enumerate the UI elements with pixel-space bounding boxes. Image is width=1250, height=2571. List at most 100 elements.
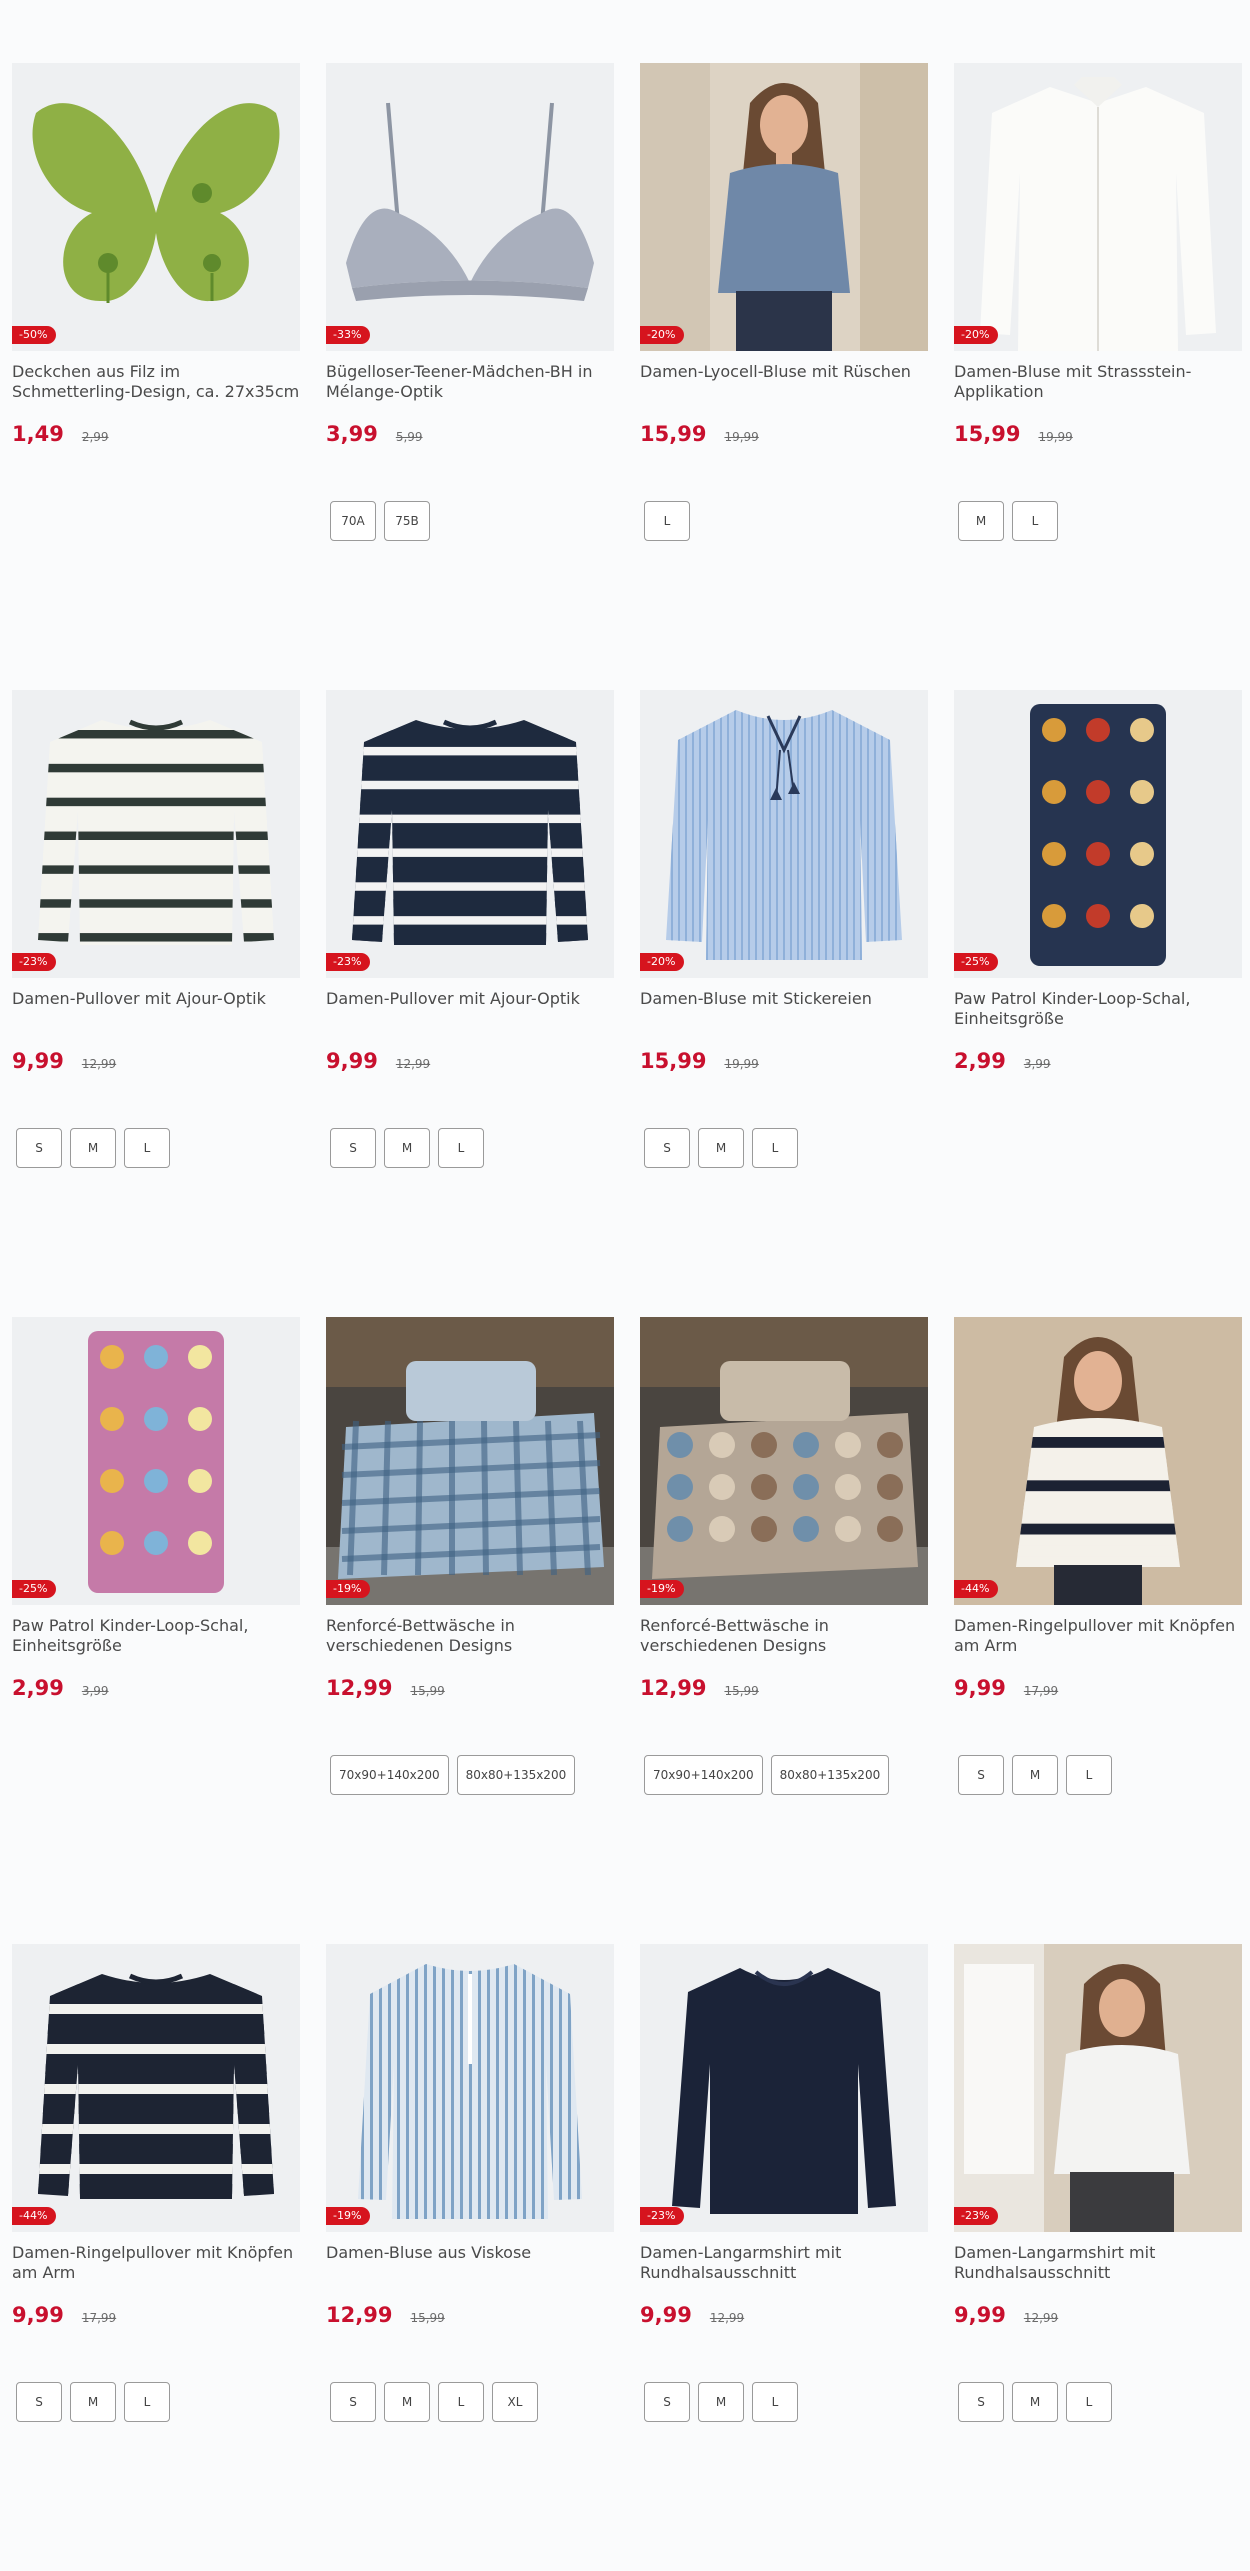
size-selector: SML <box>954 2382 1242 2422</box>
size-option[interactable]: S <box>958 1755 1004 1795</box>
product-image[interactable]: -20% <box>640 63 928 351</box>
size-option[interactable]: M <box>384 1128 430 1168</box>
product-title[interactable]: Damen-Pullover mit Ajour-Optik <box>326 989 614 1049</box>
price-row: 9,99 12,99 <box>326 1049 614 1079</box>
size-option[interactable]: L <box>752 1128 798 1168</box>
product-image[interactable]: -19% <box>640 1317 928 1605</box>
size-option[interactable]: S <box>16 1128 62 1168</box>
original-price: 5,99 <box>395 430 423 444</box>
price-row: 1,49 2,99 <box>12 422 300 452</box>
discount-badge: -23% <box>640 2207 685 2225</box>
size-option[interactable]: M <box>958 501 1004 541</box>
size-option[interactable]: 70A <box>330 501 376 541</box>
product-image-navy-longsleeve <box>640 1944 928 2232</box>
product-image[interactable]: -44% <box>954 1317 1242 1605</box>
size-option[interactable]: XL <box>492 2382 538 2422</box>
size-option[interactable]: S <box>16 2382 62 2422</box>
product-image[interactable]: -23% <box>326 690 614 978</box>
product-title[interactable]: Bügelloser-Teener-Mädchen-BH in Mélange-… <box>326 362 614 422</box>
product-title[interactable]: Damen-Ringelpullover mit Knöpfen am Arm <box>954 1616 1242 1676</box>
size-option[interactable]: L <box>644 501 690 541</box>
product-title[interactable]: Damen-Bluse mit Strassstein-Applikation <box>954 362 1242 422</box>
size-option[interactable]: S <box>644 1128 690 1168</box>
product-card[interactable]: -20% Damen-Bluse mit Stickereien 15,99 1… <box>640 690 928 1317</box>
product-card[interactable]: -23% Damen-Langarmshirt mit Rundhalsauss… <box>640 1944 928 2571</box>
product-image[interactable]: -44% <box>12 1944 300 2232</box>
product-image[interactable]: -23% <box>640 1944 928 2232</box>
product-title[interactable]: Renforcé-Bettwäsche in verschiedenen Des… <box>640 1616 928 1676</box>
product-title[interactable]: Damen-Bluse mit Stickereien <box>640 989 928 1049</box>
product-card[interactable]: -19% Damen-Bluse aus Viskose 12,99 15,99… <box>326 1944 614 2571</box>
product-image[interactable]: -20% <box>640 690 928 978</box>
product-title[interactable]: Damen-Bluse aus Viskose <box>326 2243 614 2303</box>
product-card[interactable]: -25% Paw Patrol Kinder-Loop-Schal, Einhe… <box>954 690 1242 1317</box>
size-selector: SML <box>640 2382 928 2422</box>
size-option[interactable]: L <box>1066 2382 1112 2422</box>
size-option[interactable]: 70x90+140x200 <box>644 1755 763 1795</box>
product-image[interactable]: -25% <box>954 690 1242 978</box>
size-option[interactable]: 80x80+135x200 <box>770 1755 890 1795</box>
original-price: 15,99 <box>724 1684 759 1698</box>
product-card[interactable]: -23% Damen-Pullover mit Ajour-Optik 9,99… <box>326 690 614 1317</box>
product-card[interactable]: -33% Bügelloser-Teener-Mädchen-BH in Mél… <box>326 63 614 690</box>
size-option[interactable]: S <box>330 1128 376 1168</box>
price-row: 9,99 17,99 <box>12 2303 300 2333</box>
product-title[interactable]: Damen-Ringelpullover mit Knöpfen am Arm <box>12 2243 300 2303</box>
size-option[interactable]: M <box>70 1128 116 1168</box>
size-option[interactable]: 75B <box>384 501 430 541</box>
product-image[interactable]: -33% <box>326 63 614 351</box>
size-option[interactable]: S <box>958 2382 1004 2422</box>
product-image-blue-check-bedding <box>326 1317 614 1605</box>
product-image[interactable]: -19% <box>326 1944 614 2232</box>
size-option[interactable]: S <box>644 2382 690 2422</box>
size-option[interactable]: L <box>1066 1755 1112 1795</box>
product-title[interactable]: Damen-Pullover mit Ajour-Optik <box>12 989 300 1049</box>
current-price: 9,99 <box>12 2303 64 2327</box>
product-title[interactable]: Damen-Langarmshirt mit Rundhalsausschnit… <box>640 2243 928 2303</box>
product-card[interactable]: -23% Damen-Langarmshirt mit Rundhalsauss… <box>954 1944 1242 2571</box>
size-option[interactable]: L <box>1012 501 1058 541</box>
discount-badge: -33% <box>326 326 371 344</box>
product-card[interactable]: -23% Damen-Pullover mit Ajour-Optik 9,99… <box>12 690 300 1317</box>
product-title[interactable]: Deckchen aus Filz im Schmetterling-Desig… <box>12 362 300 422</box>
product-title[interactable]: Paw Patrol Kinder-Loop-Schal, Einheitsgr… <box>954 989 1242 1049</box>
product-card[interactable]: -50% Deckchen aus Filz im Schmetterling-… <box>12 63 300 690</box>
price-row: 15,99 19,99 <box>640 1049 928 1079</box>
size-option[interactable]: M <box>698 2382 744 2422</box>
product-card[interactable]: -44% Damen-Ringelpullover mit Knöpfen am… <box>954 1317 1242 1944</box>
size-option[interactable]: M <box>1012 1755 1058 1795</box>
product-image[interactable]: -19% <box>326 1317 614 1605</box>
size-option[interactable]: 70x90+140x200 <box>330 1755 449 1795</box>
product-title[interactable]: Paw Patrol Kinder-Loop-Schal, Einheitsgr… <box>12 1616 300 1676</box>
product-card[interactable]: -19% Renforcé-Bettwäsche in verschiedene… <box>326 1317 614 1944</box>
size-option[interactable]: L <box>752 2382 798 2422</box>
product-image[interactable]: -50% <box>12 63 300 351</box>
product-card[interactable]: -19% Renforcé-Bettwäsche in verschiedene… <box>640 1317 928 1944</box>
size-option[interactable]: 80x80+135x200 <box>456 1755 576 1795</box>
product-image-model-denim-blouse <box>640 63 928 351</box>
product-image[interactable]: -23% <box>954 1944 1242 2232</box>
price-row: 12,99 15,99 <box>326 2303 614 2333</box>
original-price: 12,99 <box>395 1057 431 1071</box>
product-card[interactable]: -20% Damen-Lyocell-Bluse mit Rüschen 15,… <box>640 63 928 690</box>
size-option[interactable]: M <box>698 1128 744 1168</box>
size-option[interactable]: M <box>1012 2382 1058 2422</box>
price-row: 2,99 3,99 <box>12 1676 300 1706</box>
product-card[interactable]: -44% Damen-Ringelpullover mit Knöpfen am… <box>12 1944 300 2571</box>
product-card[interactable]: -25% Paw Patrol Kinder-Loop-Schal, Einhe… <box>12 1317 300 1944</box>
discount-badge: -50% <box>12 326 57 344</box>
size-option[interactable]: M <box>70 2382 116 2422</box>
product-image[interactable]: -23% <box>12 690 300 978</box>
product-title[interactable]: Damen-Lyocell-Bluse mit Rüschen <box>640 362 928 422</box>
size-option[interactable]: M <box>384 2382 430 2422</box>
product-image[interactable]: -20% <box>954 63 1242 351</box>
size-option[interactable]: L <box>438 2382 484 2422</box>
size-option[interactable]: L <box>124 2382 170 2422</box>
size-option[interactable]: S <box>330 2382 376 2422</box>
size-option[interactable]: L <box>438 1128 484 1168</box>
size-option[interactable]: L <box>124 1128 170 1168</box>
product-title[interactable]: Damen-Langarmshirt mit Rundhalsausschnit… <box>954 2243 1242 2303</box>
product-image[interactable]: -25% <box>12 1317 300 1605</box>
product-card[interactable]: -20% Damen-Bluse mit Strassstein-Applika… <box>954 63 1242 690</box>
product-title[interactable]: Renforcé-Bettwäsche in verschiedenen Des… <box>326 1616 614 1676</box>
